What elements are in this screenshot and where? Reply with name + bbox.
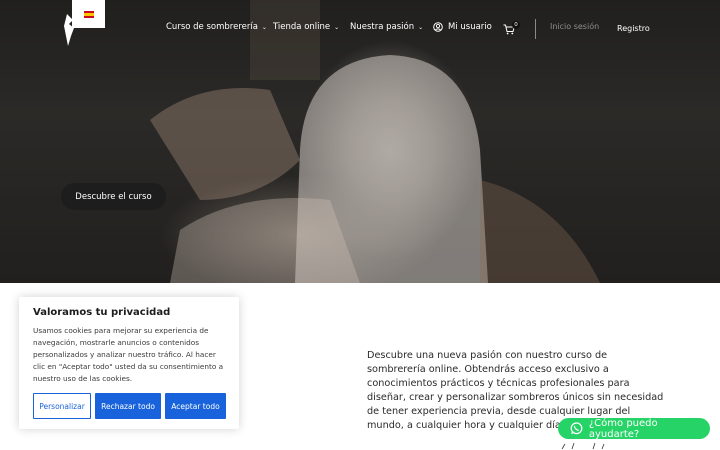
cookie-banner-title: Valoramos tu privacidad xyxy=(33,307,171,318)
reject-all-button[interactable]: Rechazar todo xyxy=(95,393,161,419)
cookie-banner-text: Usamos cookies para mejorar su experienc… xyxy=(33,326,224,383)
login-link[interactable]: Inicio sesión xyxy=(550,22,599,31)
user-icon xyxy=(433,22,443,32)
spain-flag-icon[interactable] xyxy=(84,11,94,18)
discover-course-button[interactable]: Descubre el curso xyxy=(61,183,166,210)
hat-sketch-illustration xyxy=(561,443,605,450)
nav-nuestra-pasion[interactable]: Nuestra pasión ⌄ xyxy=(350,22,423,32)
nav-curso-sombrereria[interactable]: Curso de sombrerería ⌄ xyxy=(166,22,267,32)
whatsapp-chat-button[interactable]: ¿Cómo puedo ayudarte? xyxy=(558,417,710,440)
hero-banner xyxy=(0,0,720,283)
register-link[interactable]: Registro xyxy=(617,24,650,33)
cookie-consent-banner: Valoramos tu privacidad Usamos cookies p… xyxy=(19,297,239,429)
brand-logo-icon[interactable] xyxy=(63,14,77,46)
whatsapp-icon xyxy=(570,422,583,435)
nav-item-label: Tienda online xyxy=(273,22,331,32)
chevron-down-icon: ⌄ xyxy=(261,23,267,31)
customize-cookies-button[interactable]: Personalizar xyxy=(33,393,91,419)
chevron-down-icon: ⌄ xyxy=(418,23,424,31)
hero-photo xyxy=(150,0,600,283)
cart-count-badge: 0 xyxy=(512,21,520,29)
chevron-down-icon: ⌄ xyxy=(334,23,340,31)
nav-item-label: Curso de sombrerería xyxy=(166,22,258,32)
nav-divider xyxy=(535,19,536,39)
user-label: Mi usuario xyxy=(448,22,492,32)
accept-all-button[interactable]: Aceptar todo xyxy=(165,393,226,419)
nav-mi-usuario[interactable]: Mi usuario xyxy=(433,22,492,32)
nav-item-label: Nuestra pasión xyxy=(350,22,415,32)
nav-tienda-online[interactable]: Tienda online ⌄ xyxy=(273,22,339,32)
whatsapp-label: ¿Cómo puedo ayudarte? xyxy=(588,417,658,440)
